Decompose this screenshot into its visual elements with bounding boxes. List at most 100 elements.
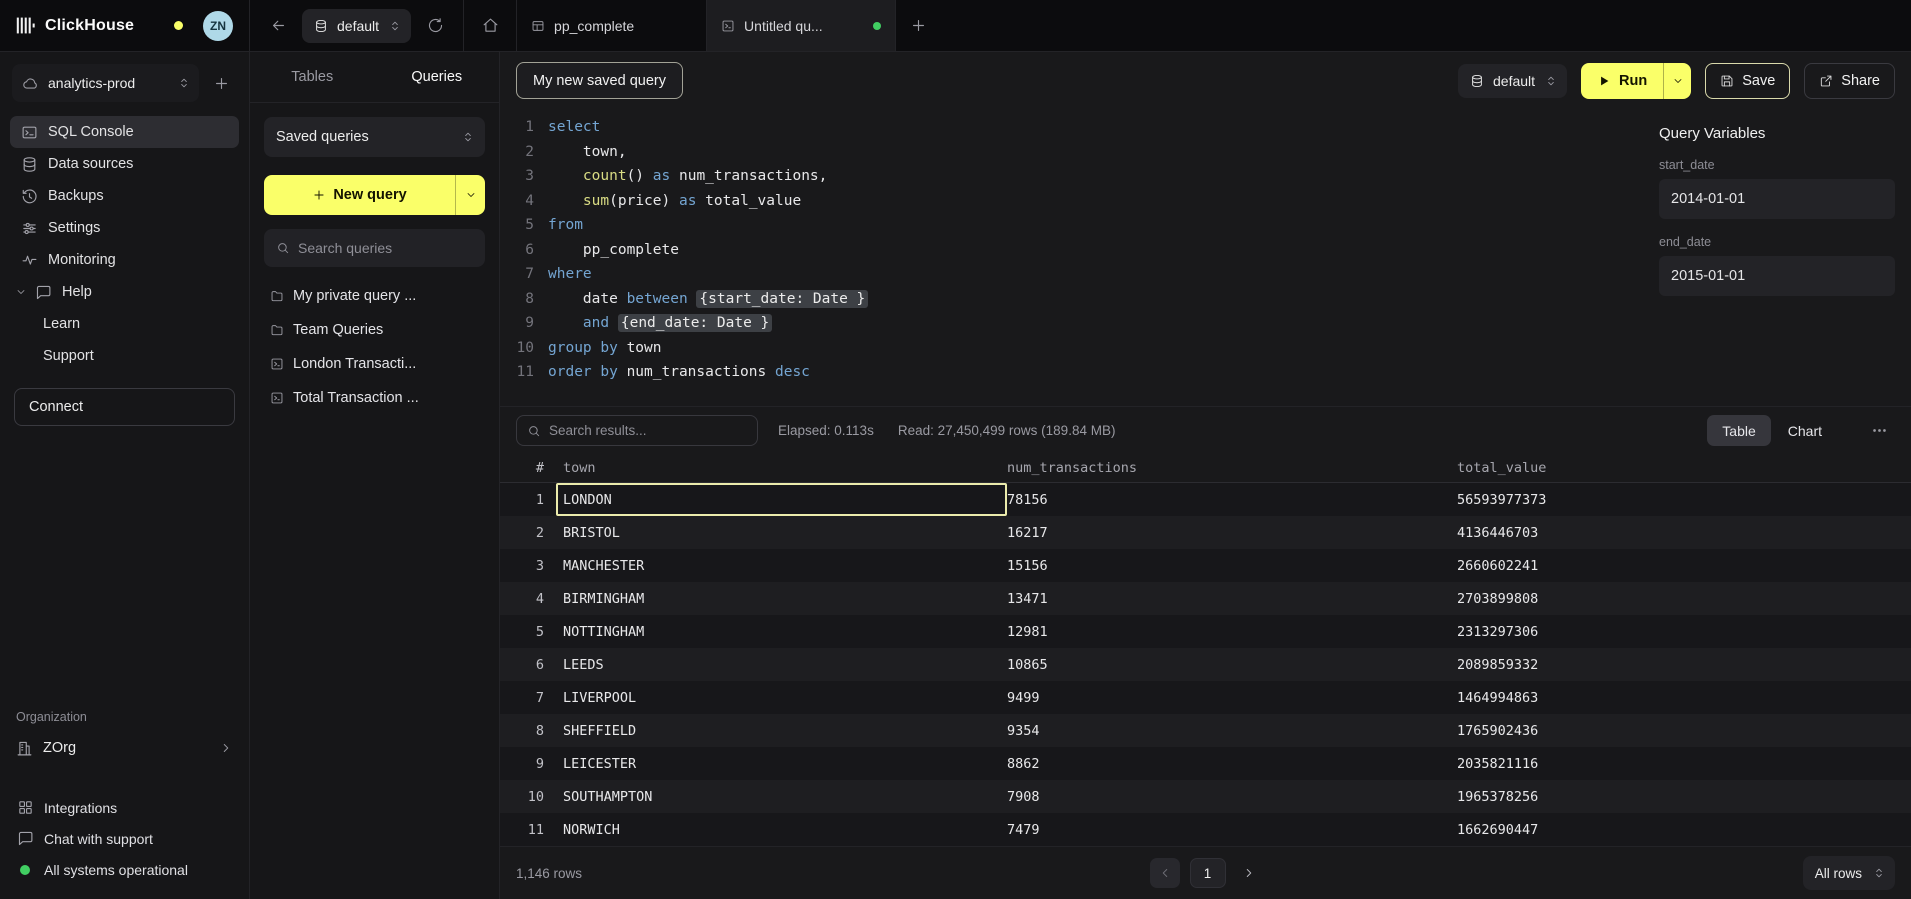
sidebar-footer-integrations[interactable]: Integrations (16, 792, 233, 823)
cell-total-value[interactable]: 2703899808 (1457, 582, 1911, 615)
sidebar-item-help[interactable]: Help (10, 276, 239, 308)
service-selector[interactable]: analytics-prod (12, 64, 199, 102)
cell-total-value[interactable]: 4136446703 (1457, 516, 1911, 549)
sidebar-item-settings[interactable]: Settings (10, 212, 239, 244)
cell-town[interactable]: SHEFFIELD (556, 714, 1007, 747)
sidebar-footer-chat-with-support[interactable]: Chat with support (16, 823, 233, 854)
tab-tables[interactable]: Tables (250, 52, 375, 102)
editor-database-selector[interactable]: default (1458, 64, 1567, 98)
cell-town[interactable]: BRISTOL (556, 516, 1007, 549)
table-row[interactable]: 8SHEFFIELD93541765902436 (500, 714, 1911, 747)
avatar[interactable]: ZN (203, 11, 233, 41)
cell-total-value[interactable]: 1965378256 (1457, 780, 1911, 813)
saved-query-item-london-transacti[interactable]: London Transacti... (264, 347, 485, 380)
cell-town[interactable]: LEEDS (556, 648, 1007, 681)
cell-total-value[interactable]: 2313297306 (1457, 615, 1911, 648)
saved-queries-dropdown[interactable]: Saved queries (264, 117, 485, 157)
saved-query-item-my-private-query[interactable]: My private query ... (264, 279, 485, 312)
sidebar-item-data-sources[interactable]: Data sources (10, 148, 239, 180)
home-button[interactable] (474, 10, 506, 42)
new-query-options-button[interactable] (455, 175, 485, 215)
table-row[interactable]: 6LEEDS108652089859332 (500, 648, 1911, 681)
table-row[interactable]: 9LEICESTER88622035821116 (500, 747, 1911, 780)
current-page[interactable]: 1 (1190, 858, 1226, 888)
new-query-button[interactable]: New query (264, 175, 455, 215)
cell-town[interactable]: LIVERPOOL (556, 681, 1007, 714)
table-row[interactable]: 7LIVERPOOL94991464994863 (500, 681, 1911, 714)
organization-row[interactable]: ZOrg (16, 730, 233, 766)
view-table-button[interactable]: Table (1707, 415, 1770, 446)
table-row[interactable]: 11NORWICH74791662690447 (500, 813, 1911, 846)
cell-town[interactable]: NORWICH (556, 813, 1007, 846)
cell-total-value[interactable]: 1765902436 (1457, 714, 1911, 747)
tab-queries[interactable]: Queries (375, 52, 500, 102)
tab-untitled-query[interactable]: Untitled qu... (706, 0, 896, 51)
run-options-button[interactable] (1663, 63, 1691, 99)
new-tab-button[interactable] (902, 10, 934, 42)
column-header-index[interactable]: # (500, 454, 556, 482)
cell-town[interactable]: NOTTINGHAM (556, 615, 1007, 648)
search-results-input[interactable] (549, 423, 747, 438)
end-date-input[interactable] (1659, 256, 1895, 296)
cell-total-value[interactable]: 1662690447 (1457, 813, 1911, 846)
saved-query-tab[interactable]: My new saved query (516, 62, 683, 99)
tab-pp-complete[interactable]: pp_complete (516, 0, 706, 51)
table-row[interactable]: 4BIRMINGHAM134712703899808 (500, 582, 1911, 615)
cell-num-transactions[interactable]: 7908 (1007, 780, 1457, 813)
table-row[interactable]: 3MANCHESTER151562660602241 (500, 549, 1911, 582)
table-row[interactable]: 1LONDON7815656593977373 (500, 483, 1911, 516)
cell-total-value[interactable]: 2035821116 (1457, 747, 1911, 780)
sidebar-subitem-learn[interactable]: Learn (10, 308, 239, 340)
cell-town[interactable]: LEICESTER (556, 747, 1007, 780)
previous-page-button[interactable] (1150, 858, 1180, 888)
sidebar-footer-all-systems-operational[interactable]: All systems operational (16, 854, 233, 885)
view-chart-button[interactable]: Chart (1773, 415, 1837, 446)
table-row[interactable]: 10SOUTHAMPTON79081965378256 (500, 780, 1911, 813)
cell-num-transactions[interactable]: 13471 (1007, 582, 1457, 615)
connect-button[interactable]: Connect (14, 388, 235, 426)
cell-total-value[interactable]: 2089859332 (1457, 648, 1911, 681)
topbar-database-selector[interactable]: default (302, 9, 411, 43)
refresh-button[interactable] (419, 10, 451, 42)
cell-town[interactable]: BIRMINGHAM (556, 582, 1007, 615)
table-row[interactable]: 5NOTTINGHAM129812313297306 (500, 615, 1911, 648)
cell-num-transactions[interactable]: 16217 (1007, 516, 1457, 549)
cell-num-transactions[interactable]: 7479 (1007, 813, 1457, 846)
sidebar-item-backups[interactable]: Backups (10, 180, 239, 212)
results-more-options-button[interactable] (1863, 415, 1895, 447)
cell-town[interactable]: SOUTHAMPTON (556, 780, 1007, 813)
cell-num-transactions[interactable]: 8862 (1007, 747, 1457, 780)
cell-total-value[interactable]: 56593977373 (1457, 483, 1911, 516)
sidebar-item-monitoring[interactable]: Monitoring (10, 244, 239, 276)
sidebar-subitem-support[interactable]: Support (10, 340, 239, 372)
page-size-selector[interactable]: All rows (1803, 856, 1895, 890)
cell-num-transactions[interactable]: 12981 (1007, 615, 1457, 648)
activity-icon (20, 252, 38, 269)
run-button[interactable]: Run (1581, 63, 1663, 99)
cell-total-value[interactable]: 2660602241 (1457, 549, 1911, 582)
cell-num-transactions[interactable]: 78156 (1007, 483, 1457, 516)
share-button[interactable]: Share (1804, 63, 1895, 99)
back-button[interactable] (262, 10, 294, 42)
table-row[interactable]: 2BRISTOL162174136446703 (500, 516, 1911, 549)
saved-query-item-team-queries[interactable]: Team Queries (264, 313, 485, 346)
cell-num-transactions[interactable]: 9499 (1007, 681, 1457, 714)
search-queries-input[interactable] (298, 240, 473, 256)
add-service-button[interactable] (205, 67, 237, 99)
next-page-button[interactable] (1236, 866, 1262, 880)
saved-query-item-total-transaction[interactable]: Total Transaction ... (264, 381, 485, 414)
cell-town[interactable]: MANCHESTER (556, 549, 1007, 582)
sql-editor[interactable]: 1select2 town,3 count() as num_transacti… (500, 109, 1643, 406)
column-header-num-transactions[interactable]: num_transactions (1007, 454, 1457, 482)
notification-dot[interactable] (174, 21, 183, 30)
column-header-town[interactable]: town (556, 454, 1007, 482)
cell-num-transactions[interactable]: 9354 (1007, 714, 1457, 747)
cell-town[interactable]: LONDON (556, 483, 1007, 516)
cell-num-transactions[interactable]: 15156 (1007, 549, 1457, 582)
sidebar-item-sql-console[interactable]: SQL Console (10, 116, 239, 148)
column-header-total-value[interactable]: total_value (1457, 454, 1911, 482)
save-button[interactable]: Save (1705, 63, 1790, 99)
cell-total-value[interactable]: 1464994863 (1457, 681, 1911, 714)
cell-num-transactions[interactable]: 10865 (1007, 648, 1457, 681)
start-date-input[interactable] (1659, 179, 1895, 219)
